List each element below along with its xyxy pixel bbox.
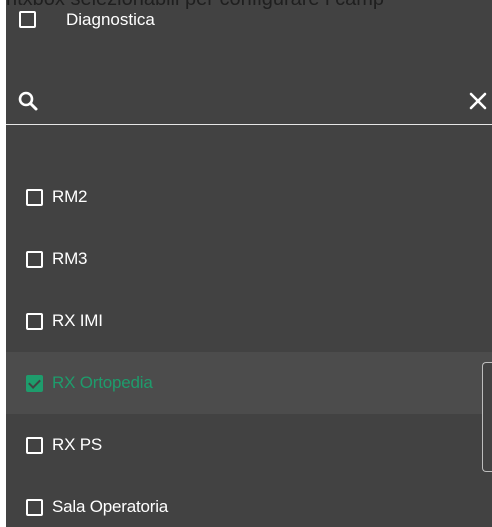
search-icon: [18, 91, 38, 111]
filter-dropdown-panel: Diagnostica RM2 RM3 RX IMI RX Ortopedia …: [6, 0, 492, 527]
list-item-rx-imi[interactable]: RX IMI: [6, 290, 492, 352]
list-item-rx-ps[interactable]: RX PS: [6, 414, 492, 476]
list-item-rx-ortopedia[interactable]: RX Ortopedia: [6, 352, 492, 414]
list-item-sala-operatoria[interactable]: Sala Operatoria: [6, 476, 492, 527]
header-checkbox[interactable]: [19, 11, 36, 28]
checkbox-checked[interactable]: [26, 374, 43, 392]
list-item-rm2[interactable]: RM2: [6, 166, 492, 228]
search-input[interactable]: [46, 88, 430, 116]
checkbox[interactable]: [26, 312, 43, 330]
option-label: RX IMI: [52, 311, 103, 330]
option-label: RX PS: [52, 435, 103, 454]
options-list: RM2 RM3 RX IMI RX Ortopedia RX PS Sala O…: [6, 166, 492, 527]
checkbox[interactable]: [26, 498, 43, 516]
background-description-text: ntxbox selezionabili per configurare i c…: [6, 0, 492, 11]
close-icon[interactable]: [468, 91, 488, 111]
checkbox[interactable]: [26, 188, 43, 206]
option-label: RX Ortopedia: [52, 373, 153, 392]
filter-header-checkbox-row[interactable]: Diagnostica: [6, 6, 492, 60]
filter-header-label: Diagnostica: [66, 9, 155, 29]
search-bar: [6, 78, 492, 125]
list-item-rm3[interactable]: RM3: [6, 228, 492, 290]
checkbox[interactable]: [26, 436, 43, 454]
scrollbar-thumb[interactable]: [482, 362, 492, 472]
option-label: Sala Operatoria: [52, 497, 169, 516]
option-label: RM2: [52, 187, 88, 206]
option-label: RM3: [52, 249, 88, 268]
page: ntxbox selezionabili per configurare i c…: [0, 0, 492, 527]
checkbox[interactable]: [26, 250, 43, 268]
